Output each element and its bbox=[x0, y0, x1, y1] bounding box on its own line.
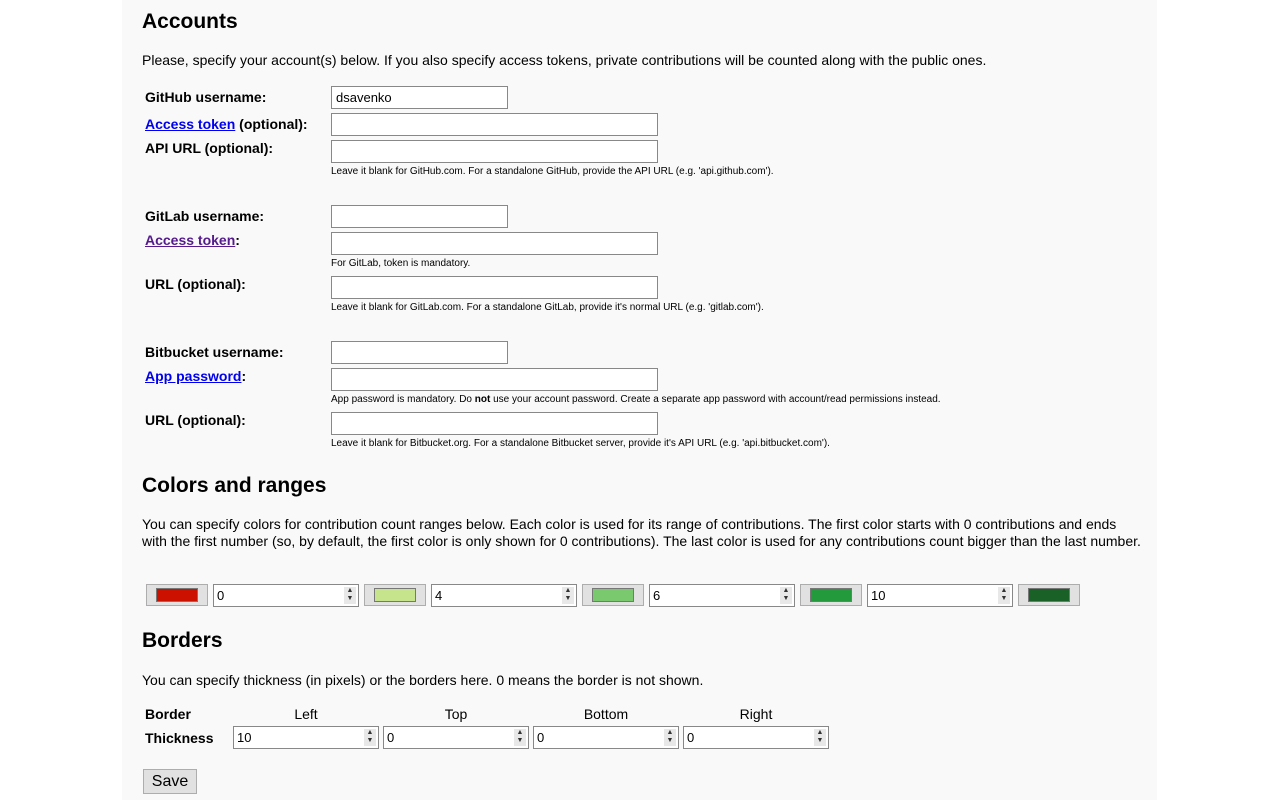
bitbucket-password-label: App password: bbox=[145, 368, 246, 384]
spinner-arrows-icon[interactable]: ▲ ▼ bbox=[364, 729, 376, 746]
border-header: Border bbox=[145, 706, 191, 722]
colon: : bbox=[241, 368, 247, 384]
bitbucket-password-link[interactable]: App password bbox=[145, 368, 241, 384]
number-value: 0 bbox=[217, 588, 225, 603]
gitlab-token-hint: For GitLab, token is mandatory. bbox=[331, 258, 471, 269]
color-swatch bbox=[374, 588, 416, 602]
spinner-arrows-icon[interactable]: ▲ ▼ bbox=[998, 587, 1010, 604]
number-value: 6 bbox=[653, 588, 661, 603]
number-value: 4 bbox=[435, 588, 443, 603]
border-right-input[interactable]: 0 ▲ ▼ bbox=[683, 726, 829, 749]
border-bottom-input[interactable]: 0 ▲ ▼ bbox=[533, 726, 679, 749]
github-token-label: Access token (optional): bbox=[145, 116, 308, 132]
colors-heading: Colors and ranges bbox=[142, 474, 327, 497]
bitbucket-url-label: URL (optional): bbox=[145, 412, 246, 428]
optional-text: (optional): bbox=[235, 116, 308, 132]
spinner-arrows-icon[interactable]: ▲ ▼ bbox=[562, 587, 574, 604]
border-left-input[interactable]: 10 ▲ ▼ bbox=[233, 726, 379, 749]
gitlab-url-input[interactable] bbox=[331, 276, 658, 299]
colors-description: You can specify colors for contribution … bbox=[142, 516, 1141, 549]
accounts-description: Please, specify your account(s) below. I… bbox=[142, 52, 987, 68]
color-swatch bbox=[156, 588, 198, 602]
column-header-right: Right bbox=[739, 706, 773, 722]
color-swatch bbox=[810, 588, 852, 602]
bitbucket-url-input[interactable] bbox=[331, 412, 658, 435]
github-username-label: GitHub username: bbox=[145, 89, 267, 105]
github-token-input[interactable] bbox=[331, 113, 658, 136]
bitbucket-username-label: Bitbucket username: bbox=[145, 344, 284, 360]
gitlab-username-input[interactable] bbox=[331, 205, 508, 228]
gitlab-token-link[interactable]: Access token bbox=[145, 232, 235, 248]
spinner-arrows-icon[interactable]: ▲ ▼ bbox=[344, 587, 356, 604]
range-input-1[interactable]: 0 ▲ ▼ bbox=[213, 584, 359, 607]
color-picker-1[interactable] bbox=[146, 584, 208, 606]
number-value: 0 bbox=[387, 730, 395, 745]
gitlab-token-label: Access token: bbox=[145, 232, 240, 248]
color-picker-4[interactable] bbox=[800, 584, 862, 606]
number-value: 0 bbox=[537, 730, 545, 745]
color-picker-5[interactable] bbox=[1018, 584, 1080, 606]
colon: : bbox=[235, 232, 240, 248]
github-api-label: API URL (optional): bbox=[145, 140, 274, 156]
spinner-arrows-icon[interactable]: ▲ ▼ bbox=[814, 729, 826, 746]
number-value: 10 bbox=[237, 730, 252, 745]
range-input-2[interactable]: 4 ▲ ▼ bbox=[431, 584, 577, 607]
column-header-left: Left bbox=[294, 706, 318, 722]
bitbucket-url-hint: Leave it blank for Bitbucket.org. For a … bbox=[331, 438, 830, 449]
save-button[interactable]: Save bbox=[143, 769, 197, 794]
borders-description: You can specify thickness (in pixels) or… bbox=[142, 672, 704, 688]
bitbucket-username-input[interactable] bbox=[331, 341, 508, 364]
color-picker-3[interactable] bbox=[582, 584, 644, 606]
thickness-label: Thickness bbox=[145, 730, 214, 746]
spinner-arrows-icon[interactable]: ▲ ▼ bbox=[664, 729, 676, 746]
column-header-top: Top bbox=[444, 706, 468, 722]
range-input-4[interactable]: 10 ▲ ▼ bbox=[867, 584, 1013, 607]
gitlab-url-hint: Leave it blank for GitLab.com. For a sta… bbox=[331, 302, 764, 313]
gitlab-url-label: URL (optional): bbox=[145, 276, 246, 292]
settings-page: Accounts Please, specify your account(s)… bbox=[122, 0, 1157, 800]
color-picker-2[interactable] bbox=[364, 584, 426, 606]
border-top-input[interactable]: 0 ▲ ▼ bbox=[383, 726, 529, 749]
spinner-arrows-icon[interactable]: ▲ ▼ bbox=[780, 587, 792, 604]
borders-heading: Borders bbox=[142, 629, 223, 652]
bitbucket-password-hint: App password is mandatory. Do not use yo… bbox=[331, 394, 941, 405]
github-token-link[interactable]: Access token bbox=[145, 116, 235, 132]
bitbucket-password-input[interactable] bbox=[331, 368, 658, 391]
github-api-input[interactable] bbox=[331, 140, 658, 163]
github-api-hint: Leave it blank for GitHub.com. For a sta… bbox=[331, 166, 774, 177]
gitlab-token-input[interactable] bbox=[331, 232, 658, 255]
github-username-input[interactable] bbox=[331, 86, 508, 109]
column-header-bottom: Bottom bbox=[583, 706, 629, 722]
color-swatch bbox=[592, 588, 634, 602]
number-value: 10 bbox=[871, 588, 886, 603]
number-value: 0 bbox=[687, 730, 695, 745]
spinner-arrows-icon[interactable]: ▲ ▼ bbox=[514, 729, 526, 746]
accounts-heading: Accounts bbox=[142, 10, 238, 33]
gitlab-username-label: GitLab username: bbox=[145, 208, 265, 224]
color-swatch bbox=[1028, 588, 1070, 602]
range-input-3[interactable]: 6 ▲ ▼ bbox=[649, 584, 795, 607]
